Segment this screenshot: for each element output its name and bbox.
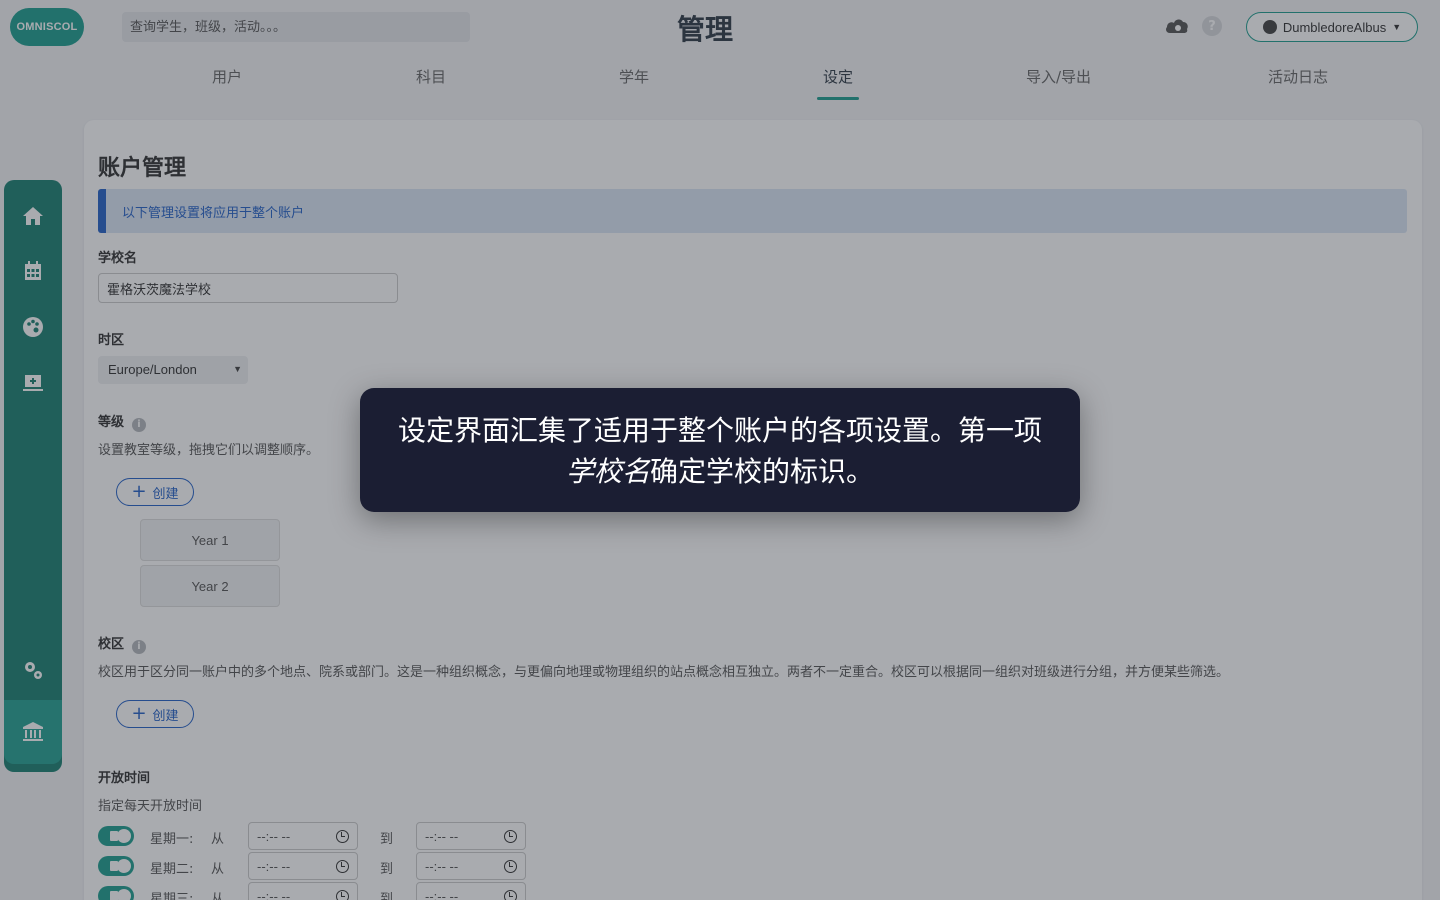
- tooltip-text-end: 确定学校的标识。: [650, 455, 875, 488]
- tooltip-text: 设定界面汇集了适用于整个账户的各项设置。第一项: [397, 414, 1042, 447]
- tour-tooltip: 设定界面汇集了适用于整个账户的各项设置。第一项学校名确定学校的标识。: [360, 388, 1080, 512]
- tooltip-emphasis: 学校名: [565, 455, 650, 488]
